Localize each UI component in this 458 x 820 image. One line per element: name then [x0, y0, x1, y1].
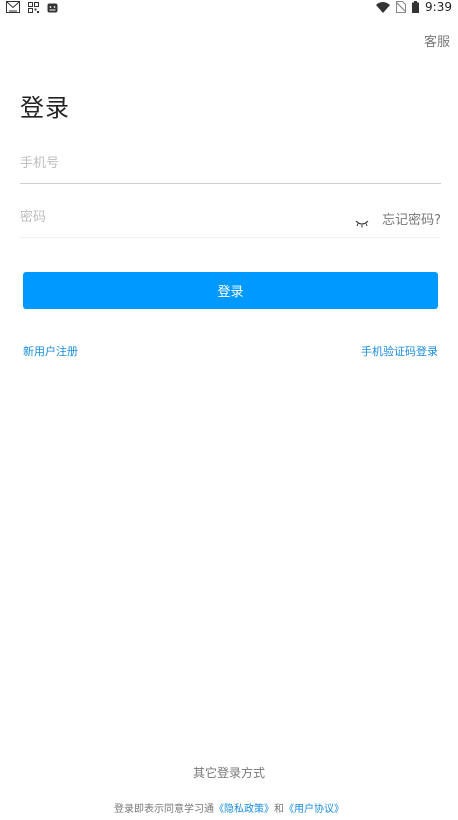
agreement-prefix: 登录即表示同意学习通 [114, 804, 214, 815]
other-login-link[interactable]: 其它登录方式 [193, 766, 265, 780]
no-sim-icon [396, 1, 407, 13]
page-title: 登录 [20, 94, 70, 122]
agreement-text: 登录即表示同意学习通《隐私政策》和《用户协议》 [0, 800, 458, 815]
agreement-and: 和 [274, 804, 284, 815]
privacy-policy-link[interactable]: 《隐私政策》 [214, 804, 274, 815]
password-input[interactable] [20, 204, 320, 230]
status-bar: 9:39 [0, 0, 458, 16]
forgot-password-link[interactable]: 忘记密码? [382, 209, 441, 228]
wifi-icon [376, 1, 391, 13]
user-agreement-link[interactable]: 《用户协议》 [284, 804, 344, 815]
phone-field-row [20, 150, 441, 184]
status-time: 9:39 [425, 0, 452, 14]
battery-icon [412, 1, 420, 13]
status-bar-right: 9:39 [376, 0, 452, 14]
mail-icon [6, 1, 20, 13]
qr-grid-icon [28, 1, 39, 13]
eye-closed-icon[interactable] [355, 213, 369, 232]
android-icon [47, 2, 58, 13]
login-button[interactable]: 登录 [23, 272, 438, 309]
customer-service-link[interactable]: 客服 [424, 31, 450, 50]
register-link[interactable]: 新用户注册 [23, 343, 78, 359]
sms-login-link[interactable]: 手机验证码登录 [361, 343, 438, 359]
password-field-row: 忘记密码? [20, 204, 441, 238]
phone-input[interactable] [20, 150, 441, 176]
status-bar-left [6, 1, 58, 13]
other-login-section: 其它登录方式 [0, 764, 458, 781]
